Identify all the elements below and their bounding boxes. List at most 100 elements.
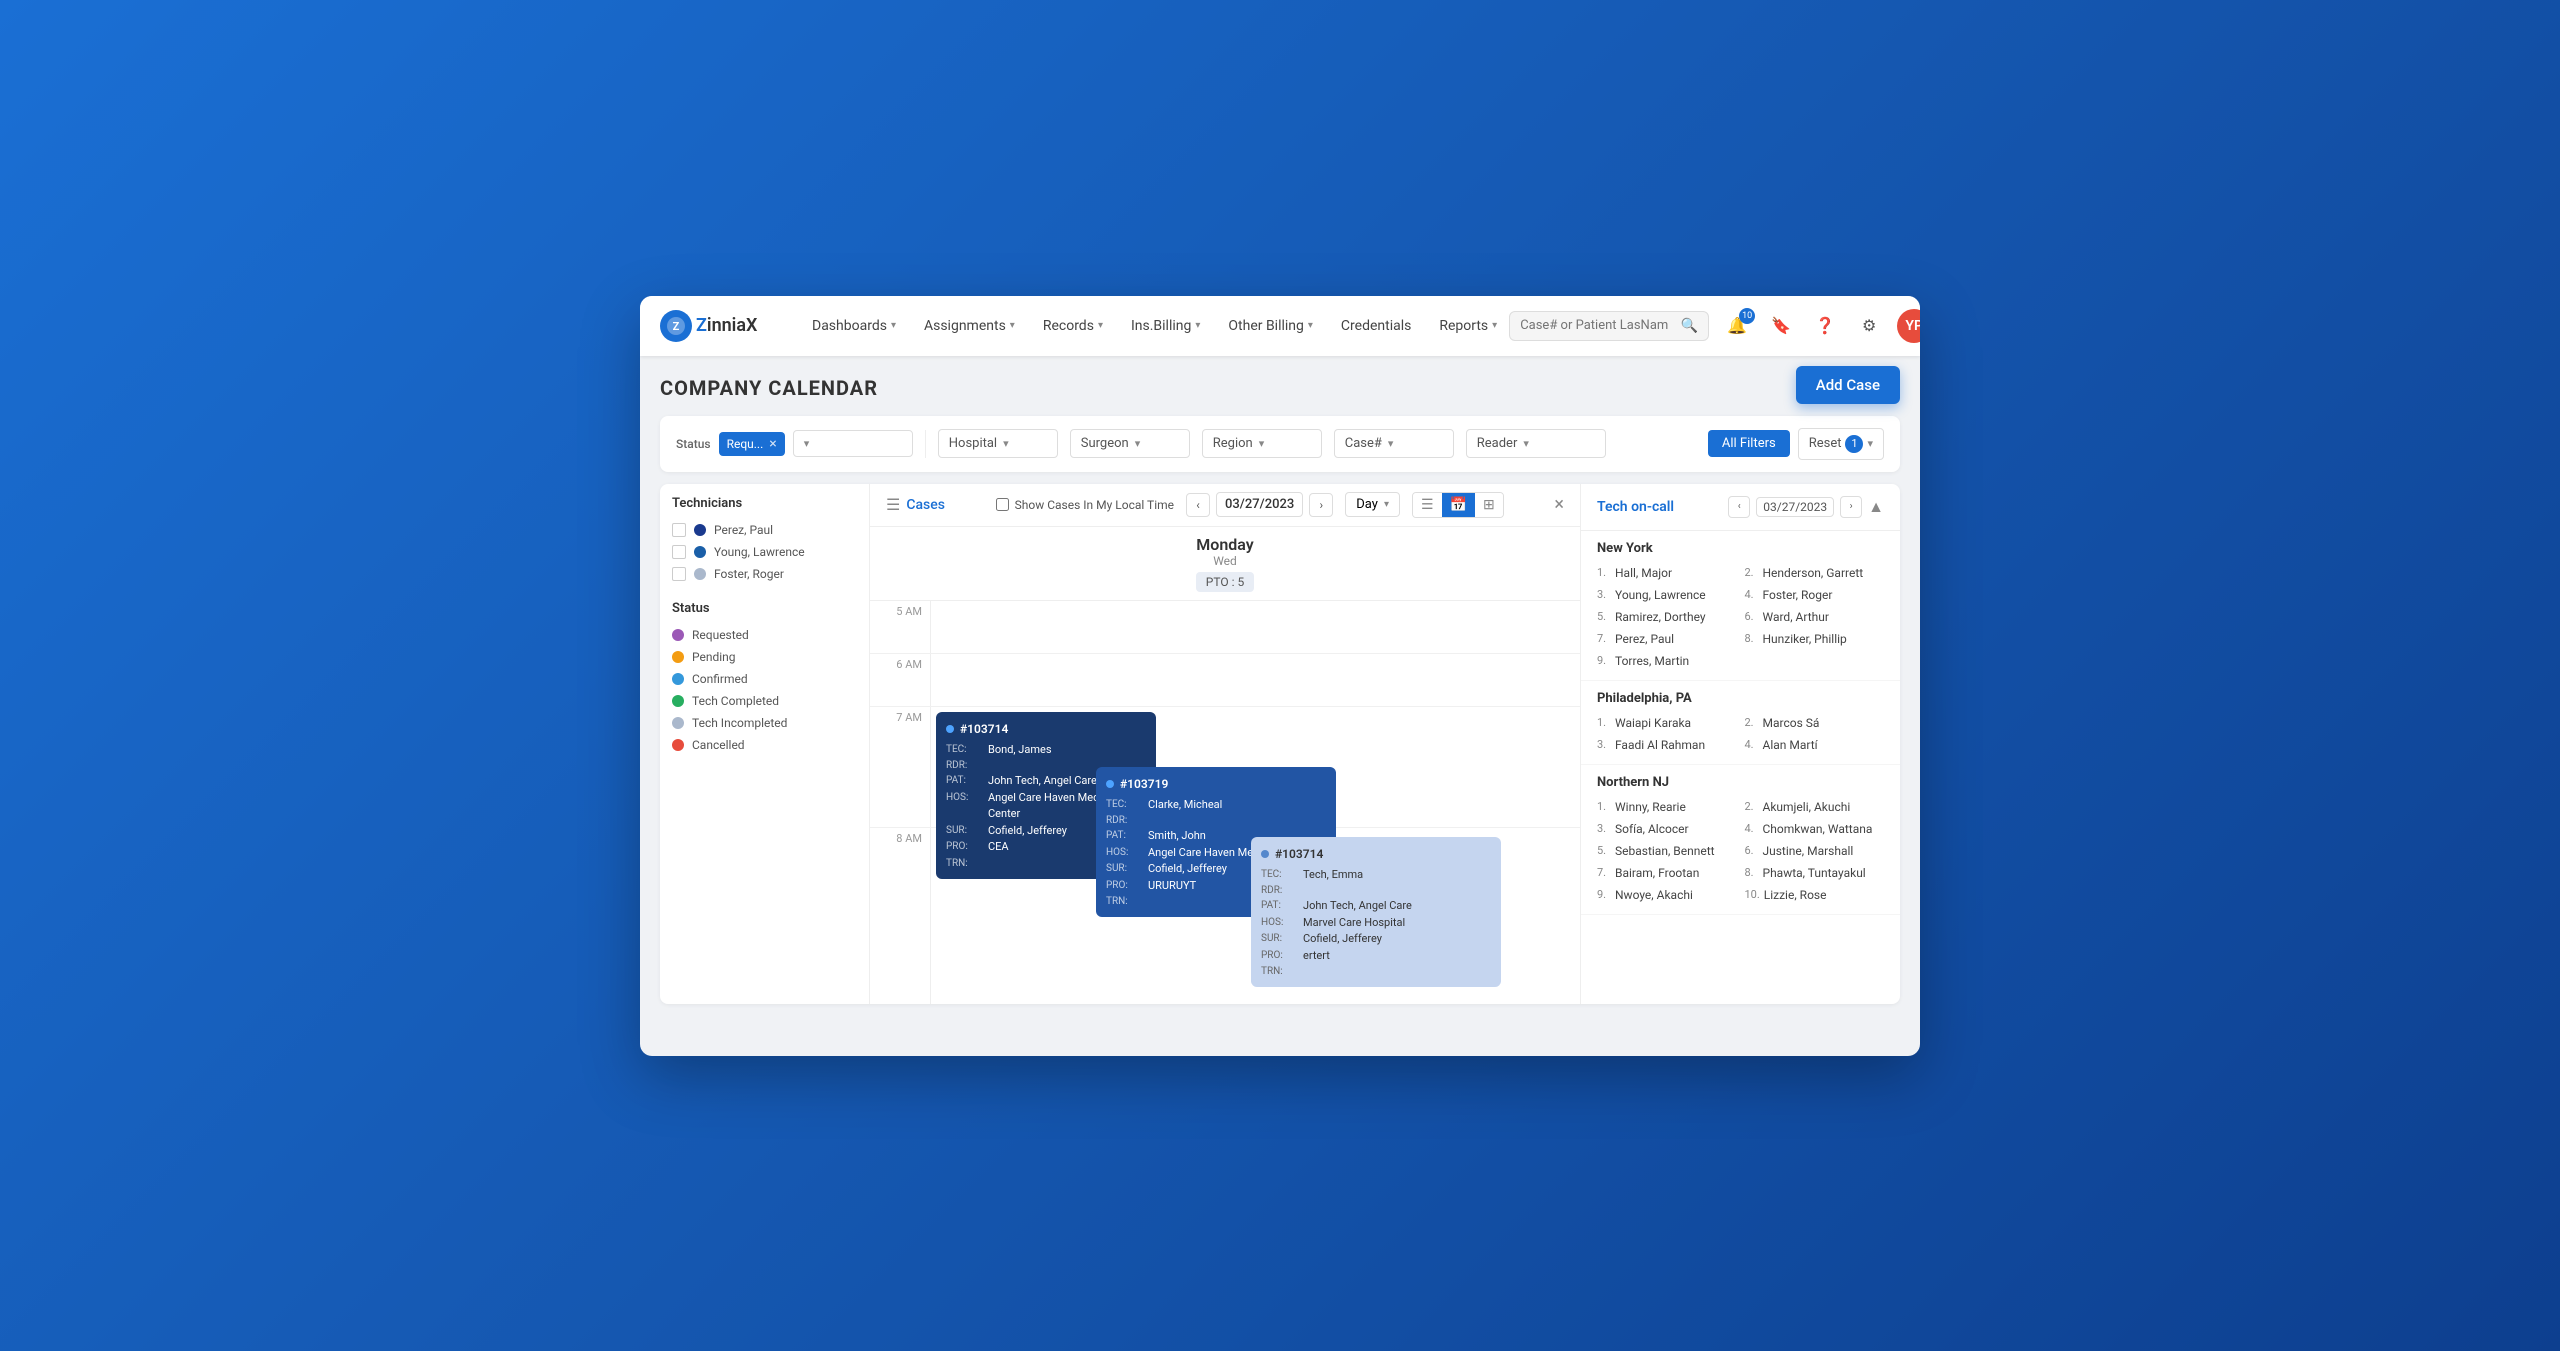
tech-panel-header: Tech on-call ‹ 03/27/2023 › ▲ xyxy=(1581,484,1900,531)
nav-dashboards[interactable]: Dashboards ▾ xyxy=(800,310,908,342)
panel-collapse-button[interactable]: ▲ xyxy=(1868,497,1884,517)
time-label-5am: 5 AM xyxy=(870,601,930,653)
view-mode-select[interactable]: Day ▾ xyxy=(1345,492,1400,517)
tech-checkbox-perez[interactable] xyxy=(672,523,686,537)
nav-assignments[interactable]: Assignments ▾ xyxy=(912,310,1027,342)
region-northern-nj: Northern NJ 1. Winny, Rearie 2. Akumjeli… xyxy=(1581,765,1900,915)
day-name: Monday xyxy=(878,535,1572,554)
nav-credentials-label: Credentials xyxy=(1341,318,1411,334)
region-filter[interactable]: Region ▾ xyxy=(1202,429,1322,458)
status-filter-label: Status xyxy=(676,437,711,451)
menu-icon[interactable]: ☰ xyxy=(886,495,900,514)
all-filters-button[interactable]: All Filters xyxy=(1708,430,1790,457)
chevron-down-icon: ▾ xyxy=(1003,437,1009,450)
surgeon-filter[interactable]: Surgeon ▾ xyxy=(1070,429,1190,458)
tech-checkbox-foster[interactable] xyxy=(672,567,686,581)
case-row-pro3: PRO:ertert xyxy=(1261,948,1491,965)
status-tech-completed: Tech Completed xyxy=(672,690,857,712)
panel-date-display: 03/27/2023 xyxy=(1756,497,1834,517)
close-button[interactable]: × xyxy=(1554,494,1564,515)
case-row-pat3: PAT:John Tech, Angel Care xyxy=(1261,898,1491,915)
technicians-title: Technicians xyxy=(672,496,857,511)
case-num-103714a: #103714 xyxy=(946,720,1146,738)
status-chip[interactable]: Requ... × xyxy=(719,432,785,456)
nav-menu: Dashboards ▾ Assignments ▾ Records ▾ Ins… xyxy=(800,310,1509,342)
add-case-button[interactable]: Add Case xyxy=(1796,366,1900,404)
notification-button[interactable]: 🔔 10 xyxy=(1721,310,1753,342)
app-container: Z ZinniaX Dashboards ▾ Assignments ▾ Rec… xyxy=(640,296,1920,1056)
case-card-103714-b[interactable]: #103714 TEC:Tech, Emma RDR: xyxy=(1251,837,1501,988)
cases-link[interactable]: Cases xyxy=(906,497,945,513)
date-prev-button[interactable]: ‹ xyxy=(1186,493,1210,517)
nav-reports[interactable]: Reports ▾ xyxy=(1427,310,1509,342)
case-row-tec: TEC:Bond, James xyxy=(946,742,1146,759)
time-slot-6am: 6 AM xyxy=(870,654,1580,707)
grid-view-button[interactable]: ⊞ xyxy=(1475,493,1503,517)
logo-text: ZinniaX xyxy=(696,315,757,336)
help-button[interactable]: ❓ xyxy=(1809,310,1841,342)
nav-other-billing-label: Other Billing xyxy=(1228,318,1304,334)
time-slots: 5 AM 6 AM 7 AM xyxy=(870,601,1580,1004)
tech-item-foster: Foster, Roger xyxy=(672,563,857,585)
calendar-view-button[interactable]: 📅 xyxy=(1442,493,1475,517)
surgeon-filter-label: Surgeon xyxy=(1081,436,1129,451)
settings-button[interactable]: ⚙ xyxy=(1853,310,1885,342)
status-label-pending: Pending xyxy=(692,650,736,664)
region-philadelphia-title: Philadelphia, PA xyxy=(1597,691,1884,706)
tech-faadi: 3. Faadi Al Rahman xyxy=(1597,736,1737,754)
chevron-down-icon: ▾ xyxy=(1867,437,1873,450)
status-confirmed: Confirmed xyxy=(672,668,857,690)
calendar-body: Monday Wed PTO : 5 5 AM 6 AM xyxy=(870,527,1580,1004)
nav-records[interactable]: Records ▾ xyxy=(1031,310,1115,342)
show-local-time-checkbox[interactable] xyxy=(996,498,1009,511)
nav-ins-billing-label: Ins.Billing xyxy=(1131,318,1191,334)
list-view-button[interactable]: ☰ xyxy=(1413,493,1442,517)
tech-alan: 4. Alan Martí xyxy=(1745,736,1885,754)
day-sub: Wed xyxy=(878,554,1572,568)
status-chip-remove[interactable]: × xyxy=(769,436,776,452)
tech-foster-roger: 4. Foster, Roger xyxy=(1745,586,1885,604)
reset-button[interactable]: Reset 1 ▾ xyxy=(1798,428,1884,460)
tech-phawta: 8. Phawta, Tuntayakul xyxy=(1745,864,1885,882)
tech-young-lawrence: 3. Young, Lawrence xyxy=(1597,586,1737,604)
region-northern-nj-title: Northern NJ xyxy=(1597,775,1884,790)
hospital-filter[interactable]: Hospital ▾ xyxy=(938,429,1058,458)
tech-waiapi: 1. Waiapi Karaka xyxy=(1597,714,1737,732)
time-label-8am: 8 AM xyxy=(870,828,930,1004)
panel-date-prev[interactable]: ‹ xyxy=(1728,496,1750,518)
reader-filter[interactable]: Reader ▾ xyxy=(1466,429,1606,458)
nav-other-billing[interactable]: Other Billing ▾ xyxy=(1216,310,1325,342)
tech-color-perez xyxy=(694,524,706,536)
search-icon: 🔍 xyxy=(1681,318,1698,334)
tech-sofia: 3. Sofía, Alcocer xyxy=(1597,820,1737,838)
time-content-7am: #103714 TEC:Bond, James RDR: xyxy=(930,707,1580,827)
region-new-york-title: New York xyxy=(1597,541,1884,556)
toolbar-left: ☰ Cases xyxy=(886,495,945,514)
case-row-sur3: SUR:Cofield, Jefferey xyxy=(1261,931,1491,948)
avatar[interactable]: YP xyxy=(1897,309,1920,343)
date-nav: ‹ 03/27/2023 › xyxy=(1186,492,1333,517)
search-input[interactable] xyxy=(1520,318,1675,333)
status-filter-select[interactable]: ▾ xyxy=(793,430,913,457)
tech-bairam: 7. Bairam, Frootan xyxy=(1597,864,1737,882)
filter-actions: All Filters Reset 1 ▾ xyxy=(1708,428,1884,460)
status-filter-group: Status Requ... × ▾ xyxy=(676,430,913,457)
status-dot-tech-completed xyxy=(672,695,684,707)
case-filter-label: Case# xyxy=(1345,436,1382,451)
bookmark-button[interactable]: 🔖 xyxy=(1765,310,1797,342)
nav-records-chevron: ▾ xyxy=(1098,320,1103,331)
tech-panel-title: Tech on-call xyxy=(1597,499,1674,515)
region-philadelphia: Philadelphia, PA 1. Waiapi Karaka 2. Mar… xyxy=(1581,681,1900,765)
status-label-cancelled: Cancelled xyxy=(692,738,745,752)
case-filter[interactable]: Case# ▾ xyxy=(1334,429,1454,458)
calendar-scroll[interactable]: 5 AM 6 AM 7 AM xyxy=(870,601,1580,1004)
tech-checkbox-young[interactable] xyxy=(672,545,686,559)
status-label-confirmed: Confirmed xyxy=(692,672,748,686)
reset-count-badge: 1 xyxy=(1845,435,1863,453)
search-box[interactable]: 🔍 xyxy=(1509,311,1709,341)
tech-ward-arthur: 6. Ward, Arthur xyxy=(1745,608,1885,626)
date-next-button[interactable]: › xyxy=(1309,493,1333,517)
nav-credentials[interactable]: Credentials xyxy=(1329,310,1423,342)
nav-ins-billing[interactable]: Ins.Billing ▾ xyxy=(1119,310,1212,342)
panel-date-next[interactable]: › xyxy=(1840,496,1862,518)
